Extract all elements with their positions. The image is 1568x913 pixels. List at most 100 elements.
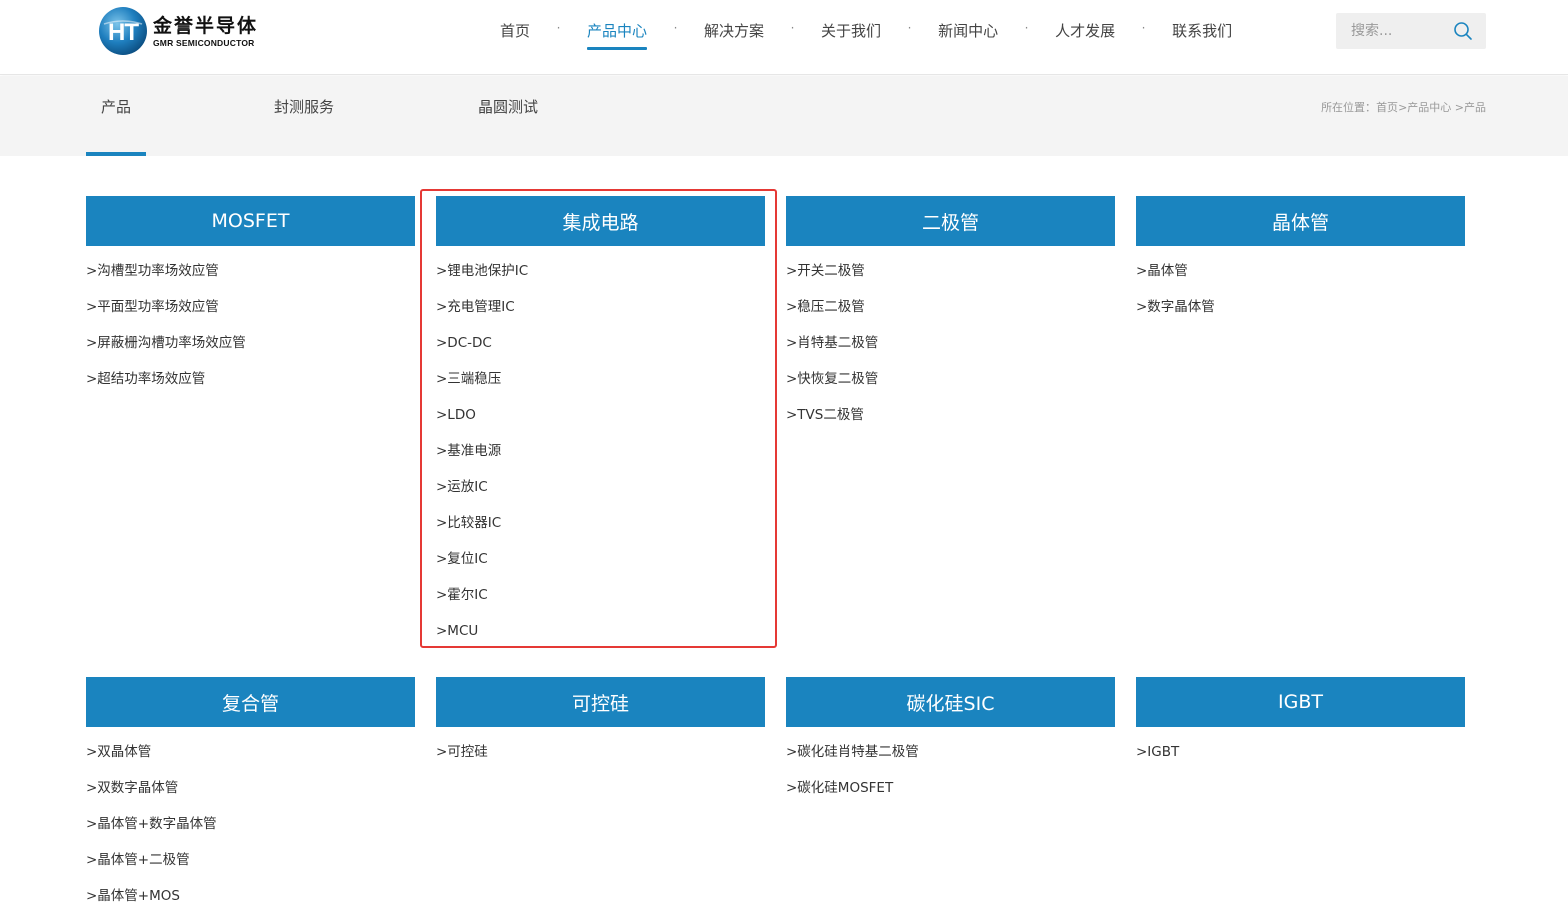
nav-item-label: 首页 xyxy=(500,22,531,40)
category-item-list: >碳化硅肖特基二极管 >碳化硅MOSFET xyxy=(786,727,1115,813)
breadcrumb-prefix: 所在位置： xyxy=(1321,101,1377,114)
nav-item-contact-us[interactable]: 联系我们 xyxy=(1172,0,1232,75)
category-item-link[interactable]: >复位IC xyxy=(436,548,765,584)
category-item-link[interactable]: >平面型功率场效应管 xyxy=(86,296,415,332)
category-item-link[interactable]: >运放IC xyxy=(436,476,765,512)
category-header[interactable]: 碳化硅SIC xyxy=(786,677,1115,727)
category-item-link[interactable]: >双晶体管 xyxy=(86,741,415,777)
category-item-link[interactable]: >晶体管+MOS xyxy=(86,885,415,913)
category-item-link[interactable]: >IGBT xyxy=(1136,741,1465,777)
breadcrumb-separator: > xyxy=(1398,101,1408,114)
category-item-link[interactable]: >比较器IC xyxy=(436,512,765,548)
subtab-active-indicator xyxy=(86,152,146,156)
subtab-label: 封测服务 xyxy=(273,98,334,116)
breadcrumb-separator: > xyxy=(1454,101,1464,114)
category-header[interactable]: 复合管 xyxy=(86,677,415,727)
subtab-packaging-testing[interactable]: 封测服务 xyxy=(268,76,340,156)
category-mosfet: MOSFET >沟槽型功率场效应管 >平面型功率场效应管 >屏蔽栅沟槽功率场效应管 >超… xyxy=(86,196,415,404)
category-item-link[interactable]: >碳化硅MOSFET xyxy=(786,777,1115,813)
main-nav: 首页 · 产品中心 · 解决方案 · 关于我们 · 新闻中心 · 人才发展 · 联系我们 xyxy=(500,0,1232,75)
nav-active-indicator xyxy=(587,47,648,50)
category-item-link[interactable]: >晶体管 xyxy=(1136,260,1465,296)
breadcrumb-home[interactable]: 首页 xyxy=(1376,101,1398,114)
nav-item-home[interactable]: 首页 xyxy=(500,0,530,75)
nav-separator: · xyxy=(1141,21,1146,35)
svg-text:HT: HT xyxy=(108,19,139,46)
category-item-link[interactable]: >晶体管+数字晶体管 xyxy=(86,813,415,849)
nav-item-careers[interactable]: 人才发展 xyxy=(1055,0,1115,75)
category-header[interactable]: 晶体管 xyxy=(1136,196,1465,246)
category-item-link[interactable]: >LDO xyxy=(436,404,765,440)
category-item-link[interactable]: >碳化硅肖特基二极管 xyxy=(786,741,1115,777)
subtab-products[interactable]: 产品 xyxy=(86,76,146,156)
category-item-link[interactable]: >超结功率场效应管 xyxy=(86,368,415,404)
search-input[interactable] xyxy=(1336,13,1446,49)
nav-item-solutions[interactable]: 解决方案 xyxy=(704,0,764,75)
category-item-link[interactable]: >稳压二极管 xyxy=(786,296,1115,332)
category-item-link[interactable]: >DC-DC xyxy=(436,332,765,368)
nav-item-label: 人才发展 xyxy=(1055,22,1116,40)
category-item-list: >可控硅 xyxy=(436,727,765,777)
category-item-link[interactable]: >可控硅 xyxy=(436,741,765,777)
category-item-list: >沟槽型功率场效应管 >平面型功率场效应管 >屏蔽栅沟槽功率场效应管 >超结功率场效应… xyxy=(86,246,415,404)
nav-separator: · xyxy=(907,21,912,35)
nav-item-label: 联系我们 xyxy=(1172,22,1233,40)
category-header[interactable]: IGBT xyxy=(1136,677,1465,727)
category-item-link[interactable]: >沟槽型功率场效应管 xyxy=(86,260,415,296)
breadcrumb-product-center[interactable]: 产品中心 xyxy=(1407,101,1451,114)
category-thyristor: 可控硅 >可控硅 xyxy=(436,677,765,777)
breadcrumb-products[interactable]: 产品 xyxy=(1464,101,1486,114)
nav-item-label: 新闻中心 xyxy=(938,22,999,40)
category-igbt: IGBT >IGBT xyxy=(1136,677,1465,777)
subtab-label: 产品 xyxy=(100,98,131,116)
category-composite-tube: 复合管 >双晶体管 >双数字晶体管 >晶体管+数字晶体管 >晶体管+二极管 >晶体管+MO… xyxy=(86,677,415,913)
sub-nav-bar: 产品 封测服务 晶圆测试 所在位置：首页>产品中心 >产品 xyxy=(0,76,1568,156)
category-item-list: >IGBT xyxy=(1136,727,1465,777)
category-item-link[interactable]: >充电管理IC xyxy=(436,296,765,332)
subtab-wafer-testing[interactable]: 晶圆测试 xyxy=(472,76,544,156)
nav-item-about-us[interactable]: 关于我们 xyxy=(821,0,881,75)
search-icon[interactable] xyxy=(1453,21,1473,41)
nav-item-product-center[interactable]: 产品中心 xyxy=(587,0,648,75)
nav-separator: · xyxy=(1024,21,1029,35)
nav-item-label: 关于我们 xyxy=(821,22,882,40)
nav-separator: · xyxy=(790,21,795,35)
category-item-link[interactable]: >双数字晶体管 xyxy=(86,777,415,813)
category-item-link[interactable]: >数字晶体管 xyxy=(1136,296,1465,332)
nav-separator: · xyxy=(673,21,678,35)
category-item-link[interactable]: >开关二极管 xyxy=(786,260,1115,296)
category-item-list: >开关二极管 >稳压二极管 >肖特基二极管 >快恢复二极管 >TVS二极管 xyxy=(786,246,1115,440)
brand-name-cn: 金誉半导体 xyxy=(153,14,259,37)
category-header[interactable]: 集成电路 xyxy=(436,196,765,246)
category-integrated-circuit: 集成电路 >锂电池保护IC >充电管理IC >DC-DC >三端稳压 >LDO >基准电源 >… xyxy=(436,196,765,656)
subtab-label: 晶圆测试 xyxy=(477,98,538,116)
category-item-link[interactable]: >基准电源 xyxy=(436,440,765,476)
logo[interactable]: HT 金誉半导体 GMR SEMICONDUCTOR xyxy=(98,6,258,56)
category-item-link[interactable]: >晶体管+二极管 xyxy=(86,849,415,885)
site-header: HT 金誉半导体 GMR SEMICONDUCTOR 首页 · 产品中心 · 解决方案 ·… xyxy=(0,0,1568,75)
category-header[interactable]: MOSFET xyxy=(86,196,415,246)
category-item-link[interactable]: >霍尔IC xyxy=(436,584,765,620)
category-item-link[interactable]: >TVS二极管 xyxy=(786,404,1115,440)
category-transistor: 晶体管 >晶体管 >数字晶体管 xyxy=(1136,196,1465,332)
category-item-link[interactable]: >三端稳压 xyxy=(436,368,765,404)
brand-name-en: GMR SEMICONDUCTOR xyxy=(153,37,255,48)
category-header[interactable]: 二极管 xyxy=(786,196,1115,246)
nav-item-label: 解决方案 xyxy=(704,22,765,40)
logo-mark-icon: HT xyxy=(99,7,147,55)
breadcrumb: 所在位置：首页>产品中心 >产品 xyxy=(1321,99,1486,115)
category-item-list: >锂电池保护IC >充电管理IC >DC-DC >三端稳压 >LDO >基准电源 >运放IC… xyxy=(436,246,765,656)
nav-separator: · xyxy=(556,21,561,35)
category-header[interactable]: 可控硅 xyxy=(436,677,765,727)
nav-item-news-center[interactable]: 新闻中心 xyxy=(938,0,998,75)
category-item-list: >双晶体管 >双数字晶体管 >晶体管+数字晶体管 >晶体管+二极管 >晶体管+MOS xyxy=(86,727,415,913)
category-diode: 二极管 >开关二极管 >稳压二极管 >肖特基二极管 >快恢复二极管 >TVS二极管 xyxy=(786,196,1115,440)
search-box xyxy=(1336,13,1486,49)
category-item-link[interactable]: >屏蔽栅沟槽功率场效应管 xyxy=(86,332,415,368)
category-item-link[interactable]: >锂电池保护IC xyxy=(436,260,765,296)
category-item-list: >晶体管 >数字晶体管 xyxy=(1136,246,1465,332)
category-item-link[interactable]: >MCU xyxy=(436,620,765,656)
nav-item-label: 产品中心 xyxy=(587,22,648,40)
category-item-link[interactable]: >肖特基二极管 xyxy=(786,332,1115,368)
category-item-link[interactable]: >快恢复二极管 xyxy=(786,368,1115,404)
